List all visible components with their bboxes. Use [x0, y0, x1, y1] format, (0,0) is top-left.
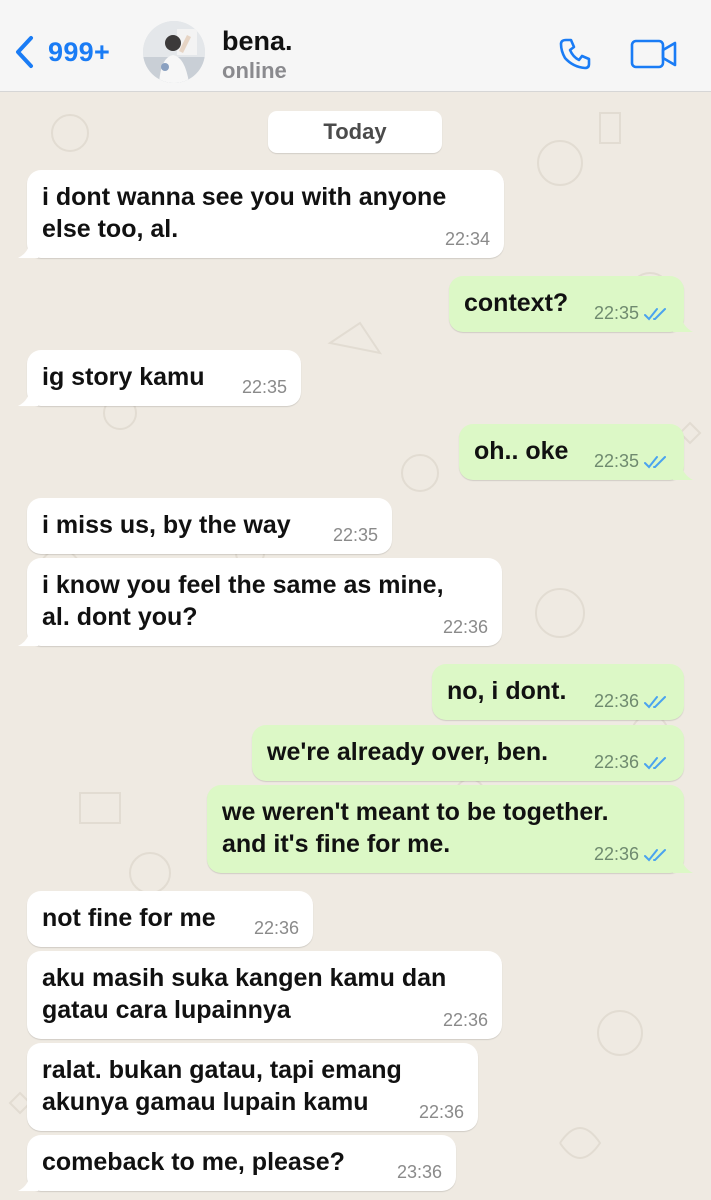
phone-icon[interactable] — [557, 36, 593, 72]
message-time: 22:36 — [594, 691, 670, 712]
double-check-icon — [644, 756, 666, 769]
contact-status: online — [222, 58, 287, 83]
message-text: i know you feel the same as mine, al. do… — [42, 571, 444, 631]
message-time: 22:36 — [442, 617, 488, 637]
chevron-left-icon — [16, 36, 33, 68]
message-time: 22:36 — [594, 844, 670, 865]
message-time: 22:36 — [253, 918, 299, 938]
message-time: 22:35 — [241, 377, 287, 397]
message-text: we weren't meant to be together. and it'… — [222, 798, 609, 858]
message-bubble-outgoing[interactable]: we weren't meant to be together. and it'… — [207, 785, 693, 873]
message-bubble-incoming[interactable]: not fine for me 22:36 — [27, 891, 313, 947]
back-button[interactable]: 999+ — [14, 32, 110, 72]
message-text: context? — [464, 289, 569, 317]
message-bubble-incoming[interactable]: i dont wanna see you with anyone else to… — [18, 170, 504, 258]
message-bubble-outgoing[interactable]: context? 22:35 — [449, 276, 693, 332]
avatar[interactable] — [143, 21, 205, 83]
message-bubble-incoming[interactable]: ralat. bukan gatau, tapi emang akunya ga… — [27, 1043, 478, 1131]
message-text: i dont wanna see you with anyone else to… — [42, 183, 447, 243]
message-time: 22:35 — [332, 525, 378, 545]
message-bubble-incoming[interactable]: comeback to me, please? 23:36 — [18, 1135, 456, 1191]
message-text: we're already over, ben. — [267, 738, 549, 766]
double-check-icon — [644, 695, 666, 708]
message-time: 22:35 — [594, 451, 670, 472]
double-check-icon — [644, 455, 666, 468]
message-time: 22:34 — [444, 229, 490, 249]
message-text: ralat. bukan gatau, tapi emang akunya ga… — [42, 1056, 402, 1116]
message-text: comeback to me, please? — [42, 1148, 345, 1176]
message-text: aku masih suka kangen kamu dan gatau car… — [42, 964, 447, 1024]
date-chip: Today — [268, 111, 442, 153]
message-bubble-outgoing[interactable]: oh.. oke 22:35 — [459, 424, 693, 480]
message-bubble-outgoing[interactable]: no, i dont. 22:36 — [432, 664, 684, 720]
message-time: 22:36 — [442, 1010, 488, 1030]
message-time: 22:36 — [418, 1102, 464, 1122]
message-text: no, i dont. — [447, 677, 567, 705]
message-time: 22:35 — [594, 303, 670, 324]
double-check-icon — [644, 848, 666, 861]
video-camera-icon[interactable] — [630, 38, 678, 70]
message-time: 22:36 — [594, 752, 670, 773]
message-text: i miss us, by the way — [42, 511, 291, 539]
message-bubble-outgoing[interactable]: we're already over, ben. 22:36 — [252, 725, 684, 781]
contact-name[interactable]: bena. — [222, 26, 293, 57]
double-check-icon — [644, 307, 666, 320]
message-bubble-incoming[interactable]: i miss us, by the way 22:35 — [27, 498, 392, 554]
message-bubble-incoming[interactable]: aku masih suka kangen kamu dan gatau car… — [27, 951, 502, 1039]
message-time: 23:36 — [396, 1162, 442, 1182]
message-bubble-incoming[interactable]: i know you feel the same as mine, al. do… — [18, 558, 502, 646]
message-text: not fine for me — [42, 904, 216, 932]
chat-header: 999+ bena. online — [0, 0, 711, 92]
unread-count: 999+ — [48, 36, 111, 67]
message-list[interactable]: Today i dont wanna see you with anyone e… — [0, 93, 711, 1200]
message-text: ig story kamu — [42, 363, 205, 391]
message-text: oh.. oke — [474, 437, 569, 465]
message-bubble-incoming[interactable]: ig story kamu 22:35 — [18, 350, 301, 406]
